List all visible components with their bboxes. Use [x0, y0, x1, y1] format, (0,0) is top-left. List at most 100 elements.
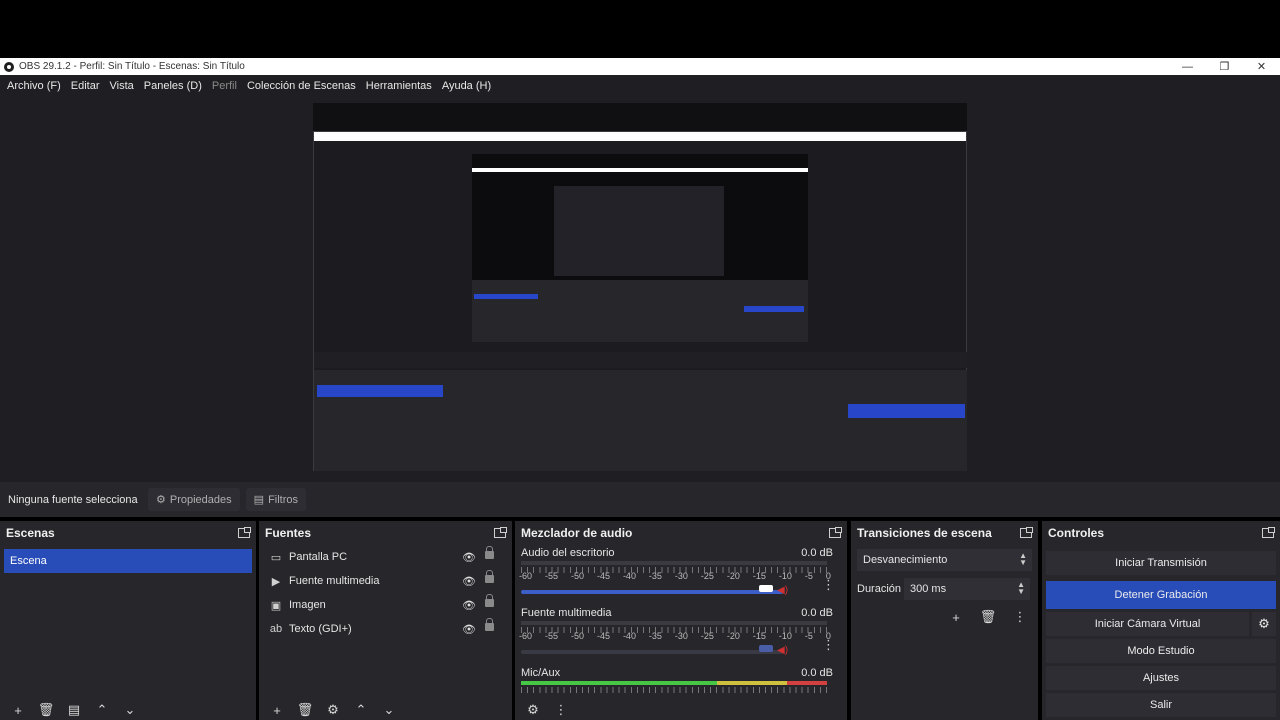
duration-label: Duración	[857, 583, 902, 595]
transitions-dock: Transiciones de escena Desvanecimiento ▲…	[851, 521, 1038, 720]
scale-label: -15	[752, 631, 766, 641]
fader-handle[interactable]	[759, 585, 773, 592]
lock-icon[interactable]	[485, 570, 494, 583]
nested-source-bar	[314, 352, 967, 368]
nested-inner-preview	[472, 154, 808, 342]
gear-icon[interactable]: ⚙	[321, 700, 345, 720]
kebab-menu-icon[interactable]: ⋮	[549, 700, 573, 720]
undock-icon[interactable]	[829, 527, 842, 538]
lock-icon[interactable]	[485, 546, 494, 559]
transitions-title: Transiciones de escena	[857, 526, 992, 540]
mixer-title: Mezclador de audio	[521, 526, 633, 540]
updown-arrows-icon: ▲ ▼	[1019, 551, 1027, 567]
transition-select[interactable]: Desvanecimiento ▲ ▼	[857, 549, 1032, 571]
trash-icon[interactable]: 🗑	[976, 607, 1000, 627]
move-up-button[interactable]: ⌃	[349, 700, 373, 720]
volume-meter	[521, 681, 827, 685]
add-source-button[interactable]: +	[265, 700, 289, 720]
scale-label: -35	[648, 631, 662, 641]
scale-label: -5	[804, 631, 813, 641]
source-item[interactable]: ▣ Imagen 👁	[259, 593, 512, 617]
trash-icon[interactable]: 🗑	[34, 700, 58, 720]
scale-label: -45	[596, 571, 610, 581]
trash-icon[interactable]: 🗑	[293, 700, 317, 720]
speaker-icon[interactable]: ◀)	[777, 645, 788, 656]
start-virtual-camera-button[interactable]: Iniciar Cámara Virtual	[1046, 612, 1249, 636]
filters-button[interactable]: ▤ Filtros	[245, 488, 307, 511]
close-button[interactable]: ✕	[1243, 58, 1280, 75]
stop-recording-button[interactable]: Detener Grabación	[1046, 581, 1276, 609]
eye-icon[interactable]: 👁	[462, 599, 476, 612]
source-item[interactable]: ab Texto (GDI+) 👁	[259, 617, 512, 641]
controls-dock: Controles Iniciar Transmisión Detener Gr…	[1042, 521, 1280, 720]
source-label: Imagen	[289, 599, 326, 611]
undock-icon[interactable]	[238, 527, 251, 538]
eye-icon[interactable]: 👁	[462, 551, 476, 564]
move-down-button[interactable]: ⌄	[377, 700, 401, 720]
window-title: OBS 29.1.2 - Perfil: Sin Título - Escena…	[19, 61, 245, 72]
speaker-icon[interactable]: ◀)	[777, 585, 788, 596]
controls-header: Controles	[1042, 521, 1280, 545]
scale-label: -55	[544, 571, 558, 581]
source-item[interactable]: ▭ Pantalla PC 👁	[259, 545, 512, 569]
lock-icon[interactable]	[485, 594, 494, 607]
menu-herramientas[interactable]: Herramientas	[361, 80, 437, 92]
scale-label: -20	[726, 631, 740, 641]
mixer-channel: Audio del escritorio 0.0 dB -60 -55 -50 -45…	[515, 545, 847, 605]
monitor-icon: ▭	[270, 551, 282, 564]
move-down-button[interactable]: ⌄	[118, 700, 142, 720]
start-streaming-button[interactable]: Iniciar Transmisión	[1046, 551, 1276, 575]
add-transition-button[interactable]: +	[944, 607, 968, 627]
gear-icon[interactable]: ⚙	[1252, 612, 1276, 636]
nested-record-highlight	[848, 404, 965, 418]
fader-handle[interactable]	[759, 645, 773, 652]
maximize-button[interactable]: ❐	[1206, 58, 1243, 75]
volume-fader[interactable]	[521, 650, 783, 654]
menu-vista[interactable]: Vista	[105, 80, 139, 92]
play-icon: ▶	[271, 575, 281, 588]
scale-label: -60	[519, 631, 533, 641]
scene-filters-button[interactable]: ▤	[62, 700, 86, 720]
nested-inner-titlebar	[472, 168, 808, 172]
duration-value: 300 ms	[910, 583, 947, 595]
undock-icon[interactable]	[494, 527, 507, 538]
duration-input[interactable]: 300 ms ▲ ▼	[904, 578, 1030, 600]
eye-icon[interactable]: 👁	[462, 623, 476, 636]
settings-button[interactable]: Ajustes	[1046, 666, 1276, 690]
menu-archivo[interactable]: Archivo (F)	[2, 80, 66, 92]
duration-row: Duración 300 ms ▲ ▼	[851, 578, 1038, 600]
text-icon: ab	[269, 623, 283, 635]
volume-fader[interactable]	[521, 590, 783, 594]
scale-label: -10	[778, 631, 792, 641]
source-item[interactable]: ▶ Fuente multimedia 👁	[259, 569, 512, 593]
menu-editar[interactable]: Editar	[66, 80, 105, 92]
properties-button[interactable]: ⚙ Propiedades	[148, 488, 240, 511]
menu-ayuda[interactable]: Ayuda (H)	[437, 80, 496, 92]
exit-button[interactable]: Salir	[1046, 693, 1276, 717]
menu-coleccion-escenas[interactable]: Colección de Escenas	[242, 80, 361, 92]
spinner-arrows-icon[interactable]: ▲ ▼	[1017, 581, 1025, 596]
menu-paneles[interactable]: Paneles (D)	[139, 80, 207, 92]
kebab-menu-icon[interactable]: ⋮	[1008, 607, 1032, 627]
gear-icon[interactable]: ⚙	[521, 700, 545, 720]
scale-label: -25	[700, 631, 714, 641]
move-up-button[interactable]: ⌃	[90, 700, 114, 720]
undock-icon[interactable]	[1262, 527, 1275, 538]
eye-icon[interactable]: 👁	[462, 575, 476, 588]
channel-name: Mic/Aux	[521, 667, 561, 679]
scale-label: -50	[570, 571, 584, 581]
scale-label: -35	[648, 571, 662, 581]
lock-icon[interactable]	[485, 618, 494, 631]
scale-label: -55	[544, 631, 558, 641]
add-scene-button[interactable]: +	[6, 700, 30, 720]
scale-label: -30	[674, 631, 688, 641]
kebab-menu-icon[interactable]: ⋮	[822, 637, 835, 653]
scene-item[interactable]: Escena	[4, 549, 252, 573]
program-preview[interactable]	[313, 103, 967, 471]
undock-icon[interactable]	[1020, 527, 1033, 538]
kebab-menu-icon[interactable]: ⋮	[822, 577, 835, 593]
minimize-button[interactable]: —	[1169, 58, 1206, 75]
studio-mode-button[interactable]: Modo Estudio	[1046, 639, 1276, 663]
image-icon: ▣	[270, 599, 282, 612]
menu-perfil[interactable]: Perfil	[207, 80, 242, 92]
